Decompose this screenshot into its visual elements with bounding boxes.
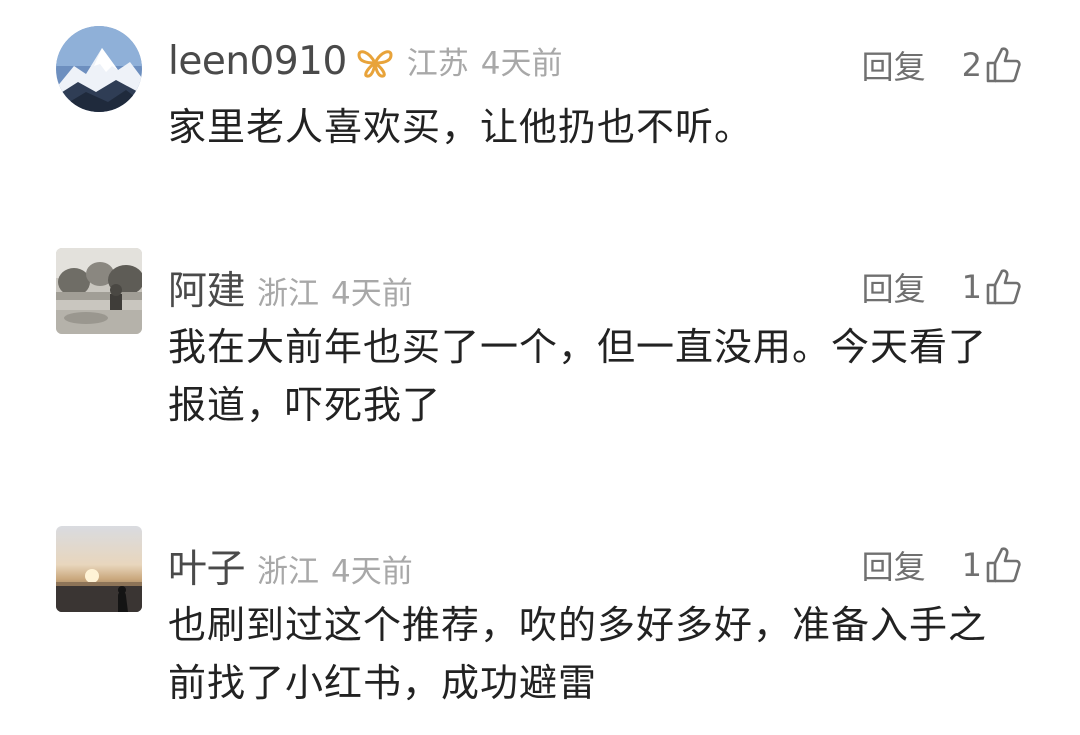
- comment-meta: 阿建 浙江 4天前: [168, 260, 413, 314]
- timestamp: 4天前: [331, 276, 413, 312]
- comment-text: 我在大前年也买了一个，但一直没用。今天看了报道，吓死我了: [168, 325, 988, 427]
- comment-text: 也刷到过这个推荐，吹的多好多好，准备入手之前找了小红书，成功避雷: [168, 603, 988, 705]
- butterfly-icon: [355, 47, 395, 79]
- sunset-avatar: [56, 526, 142, 612]
- comment-actions: 回复 1: [862, 262, 1022, 312]
- like-count: 2: [961, 46, 982, 84]
- location: 江苏: [406, 46, 469, 82]
- thumbs-up-icon[interactable]: [984, 267, 1022, 307]
- timestamp: 4天前: [331, 554, 413, 590]
- avatar[interactable]: [56, 526, 142, 612]
- like-count: 1: [961, 546, 982, 584]
- comment-actions: 回复 2: [862, 40, 1022, 90]
- avatar[interactable]: [56, 26, 142, 112]
- location: 浙江: [257, 276, 320, 312]
- like-count: 1: [961, 268, 982, 306]
- username[interactable]: 叶子: [168, 538, 246, 594]
- timestamp: 4天前: [480, 46, 563, 82]
- username[interactable]: 阿建: [168, 260, 246, 316]
- username[interactable]: leen0910: [168, 39, 347, 84]
- thumbs-up-icon[interactable]: [984, 45, 1022, 85]
- location: 浙江: [257, 554, 320, 590]
- comment-meta: 叶子 浙江 4天前: [168, 538, 413, 592]
- comment-text: 家里老人喜欢买，让他扔也不听。: [168, 105, 754, 149]
- avatar[interactable]: [56, 248, 142, 334]
- thumbs-up-icon[interactable]: [984, 545, 1022, 585]
- comment-meta: leen0910 江苏 4天前: [168, 38, 563, 88]
- reply-button[interactable]: 回复: [862, 542, 926, 588]
- reply-button[interactable]: 回复: [862, 264, 926, 310]
- garden-photo-avatar: [56, 248, 142, 334]
- snow-mountain-avatar: [56, 26, 142, 112]
- comment-actions: 回复 1: [862, 540, 1022, 590]
- reply-button[interactable]: 回复: [862, 42, 926, 88]
